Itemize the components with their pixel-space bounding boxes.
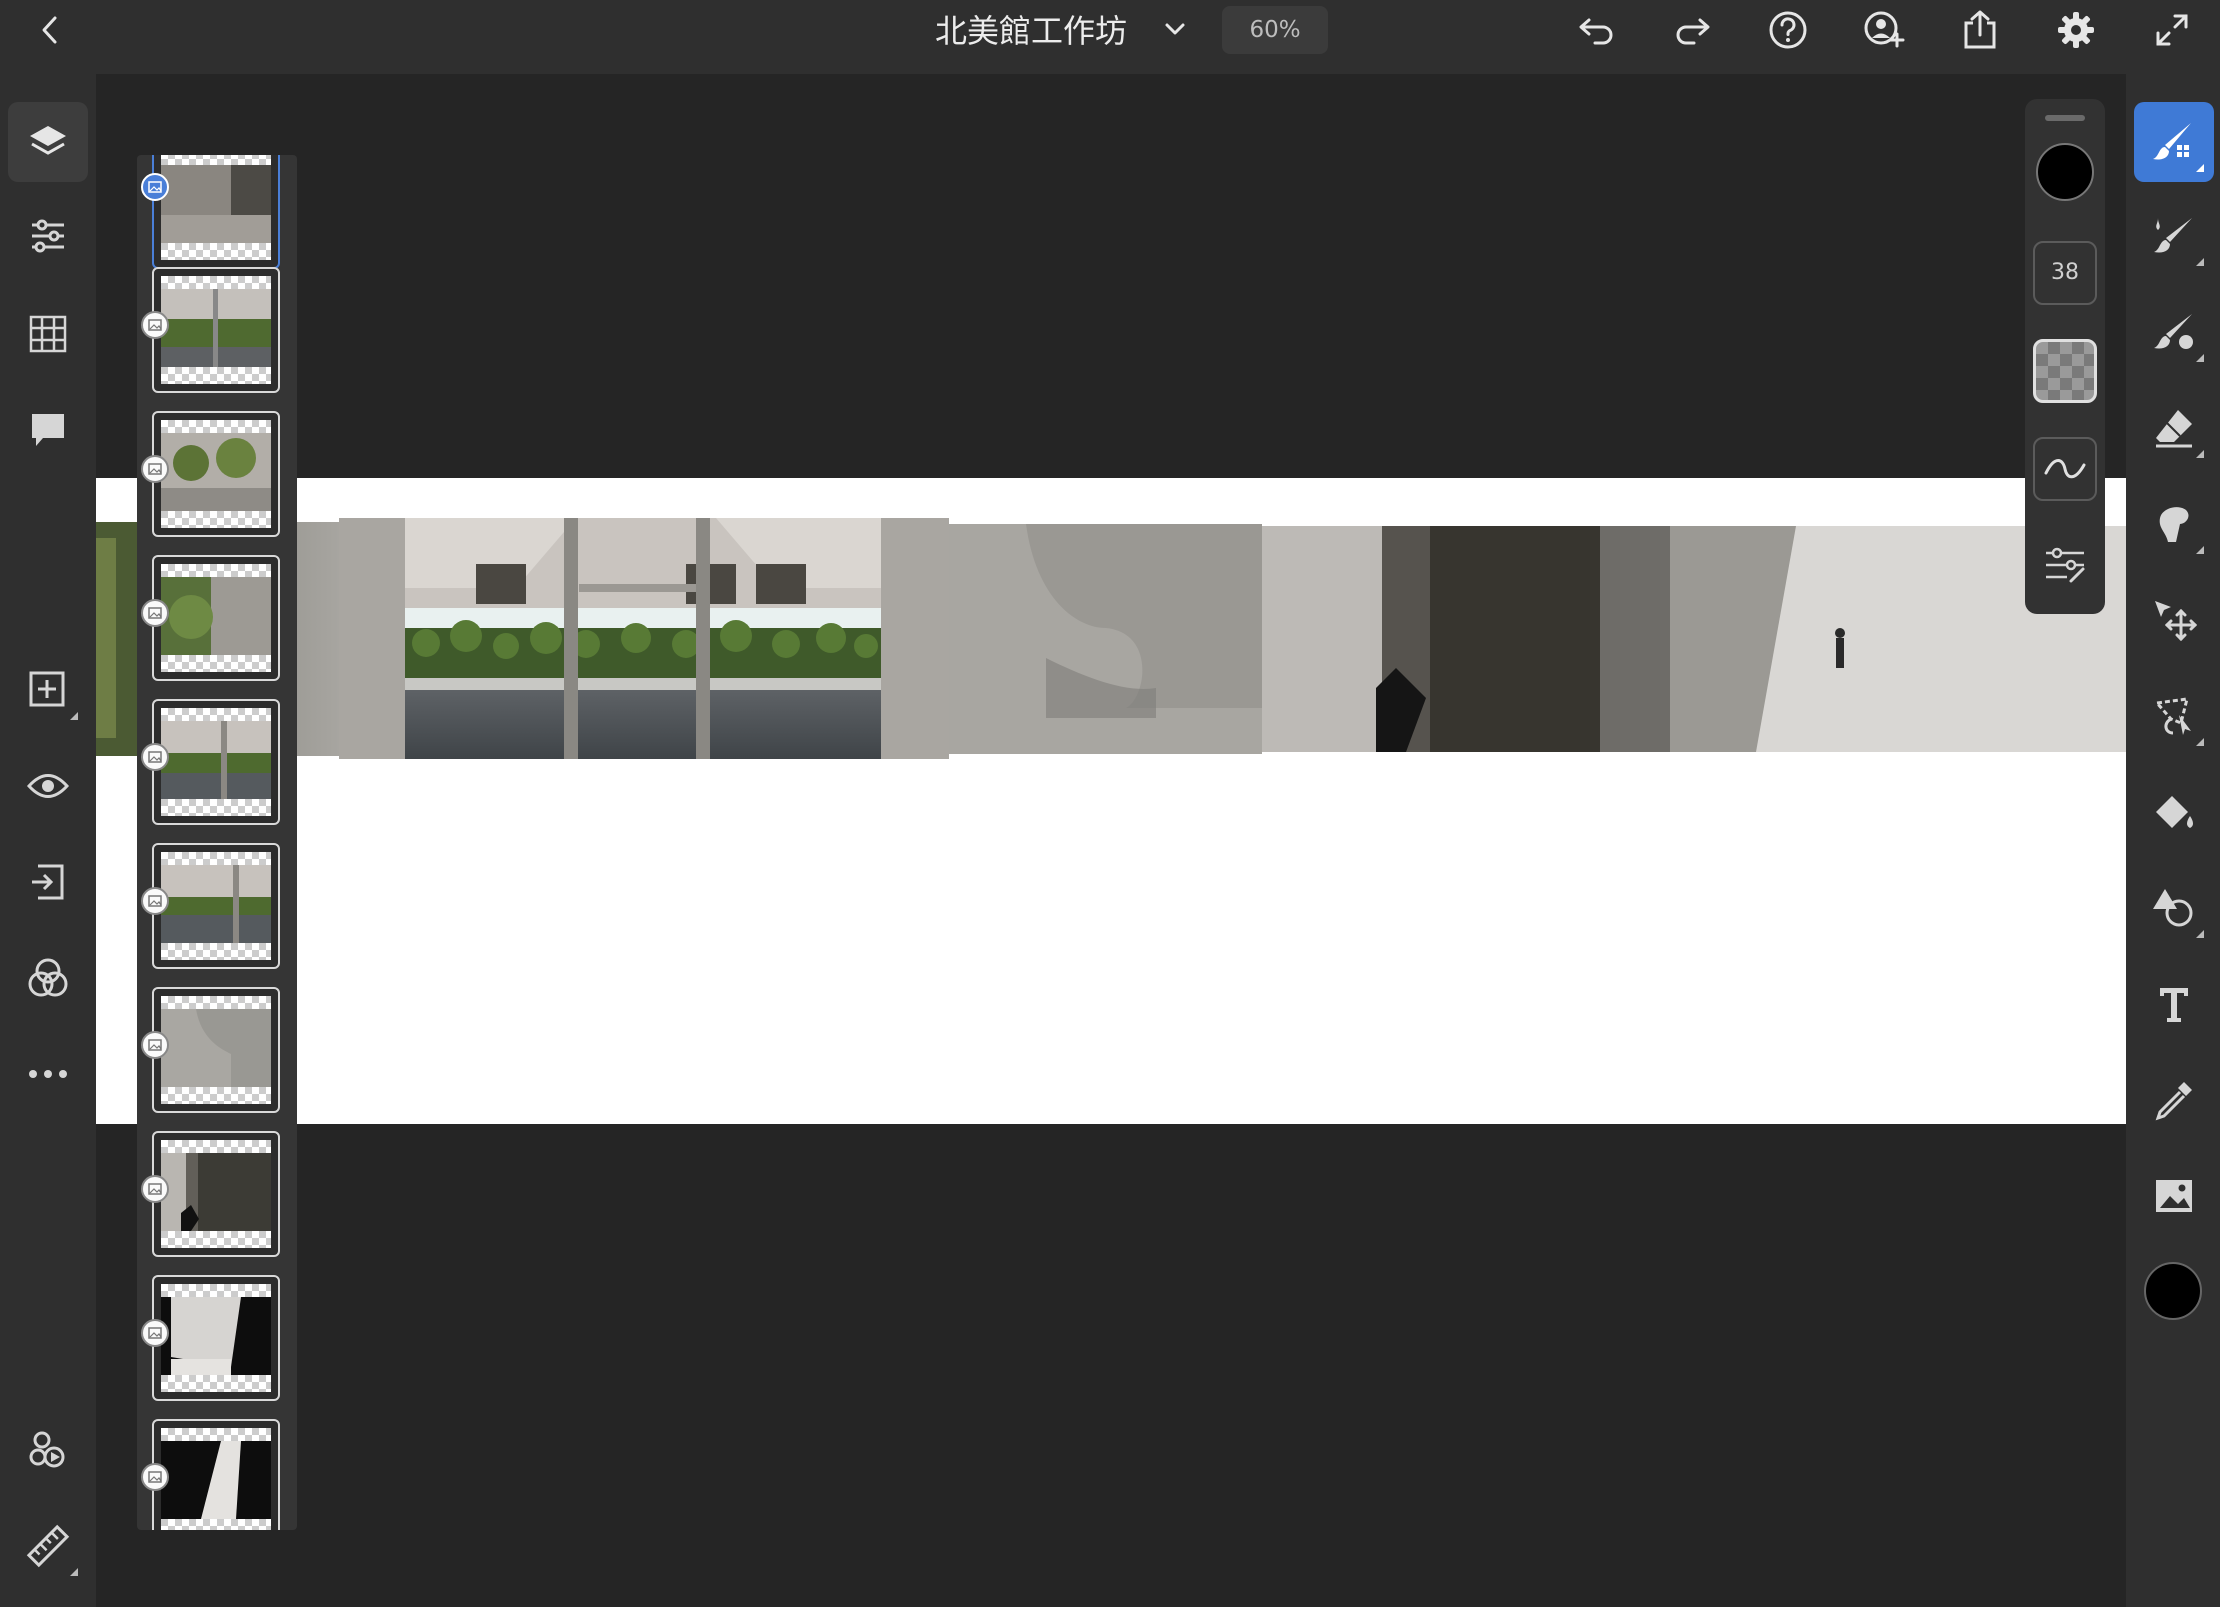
layer-thumbnail[interactable] (152, 267, 280, 393)
live-stream-icon[interactable] (8, 1410, 88, 1490)
zoom-level[interactable]: 60% (1222, 6, 1328, 54)
layer-thumbnail[interactable] (152, 699, 280, 825)
gear-icon[interactable] (2054, 0, 2098, 60)
brush-size[interactable]: 38 (2033, 241, 2097, 305)
add-user-icon[interactable] (1862, 0, 1908, 60)
mask-icon[interactable] (8, 842, 88, 922)
shape-icon[interactable] (2134, 868, 2214, 948)
move-icon[interactable] (2134, 580, 2214, 660)
brush-settings-icon[interactable] (2033, 535, 2097, 595)
smudge-icon[interactable] (2134, 292, 2214, 372)
left-toolbar (0, 74, 96, 1607)
image-layer-icon (141, 1175, 169, 1203)
adjustments-icon[interactable] (8, 196, 88, 276)
more-icon[interactable] (8, 1034, 88, 1114)
layer-thumbnail[interactable] (152, 1419, 280, 1530)
layer-thumbnail[interactable] (152, 987, 280, 1113)
image-layer-icon (141, 455, 169, 483)
brush-icon[interactable] (2134, 196, 2214, 276)
paint-brush-icon[interactable] (2134, 102, 2214, 182)
eraser-icon[interactable] (2134, 388, 2214, 468)
ruler-icon[interactable] (8, 1506, 88, 1586)
image-layer-icon (141, 887, 169, 915)
image-layer-icon (141, 1319, 169, 1347)
image-icon[interactable] (2134, 1156, 2214, 1236)
artboard[interactable] (96, 478, 2126, 1124)
blend-icon[interactable] (8, 938, 88, 1018)
image-layer-icon (141, 173, 169, 201)
comments-icon[interactable] (8, 390, 88, 470)
brush-panel: 38 (2025, 99, 2105, 614)
layers-icon[interactable] (8, 102, 88, 182)
add-layer-icon[interactable] (8, 650, 88, 730)
help-icon[interactable] (1766, 0, 1810, 60)
grid-icon[interactable] (8, 294, 88, 374)
layer-thumbnail[interactable] (152, 411, 280, 537)
layer-thumbnail[interactable] (152, 1275, 280, 1401)
image-layer-icon (141, 599, 169, 627)
top-bar: 北美館工作坊 60% (0, 0, 2220, 74)
document-title[interactable]: 北美館工作坊 (935, 6, 1127, 56)
layer-thumbnail[interactable] (152, 843, 280, 969)
undo-icon[interactable] (1575, 0, 1619, 60)
brush-opacity[interactable] (2033, 339, 2097, 403)
visibility-icon[interactable] (8, 746, 88, 826)
text-icon[interactable] (2134, 964, 2214, 1044)
layer-thumbnail[interactable] (152, 555, 280, 681)
image-layer-icon (141, 1463, 169, 1491)
image-layer-icon (141, 311, 169, 339)
eyedropper-icon[interactable] (2134, 1060, 2214, 1140)
layer-thumbnail[interactable] (152, 155, 280, 269)
layers-panel (137, 155, 297, 1530)
layer-thumbnail[interactable] (152, 1131, 280, 1257)
paint-bucket-icon[interactable] (2134, 772, 2214, 852)
liquify-icon[interactable] (2134, 484, 2214, 564)
share-icon[interactable] (1958, 0, 2002, 60)
brush-color-swatch[interactable] (2036, 143, 2094, 201)
back-icon[interactable] (30, 0, 70, 60)
foreground-color-swatch[interactable] (2144, 1262, 2202, 1320)
redo-icon[interactable] (1670, 0, 1714, 60)
image-layer-icon (141, 1031, 169, 1059)
canvas-area[interactable] (96, 74, 2126, 1607)
panorama-image[interactable] (96, 478, 2126, 1124)
chevron-down-icon[interactable] (1160, 14, 1190, 44)
panel-drag-handle[interactable] (2045, 115, 2085, 121)
lasso-icon[interactable] (2134, 676, 2214, 756)
fullscreen-icon[interactable] (2152, 0, 2192, 60)
image-layer-icon (141, 743, 169, 771)
right-toolbar (2126, 74, 2220, 1607)
brush-smoothing[interactable] (2033, 437, 2097, 501)
